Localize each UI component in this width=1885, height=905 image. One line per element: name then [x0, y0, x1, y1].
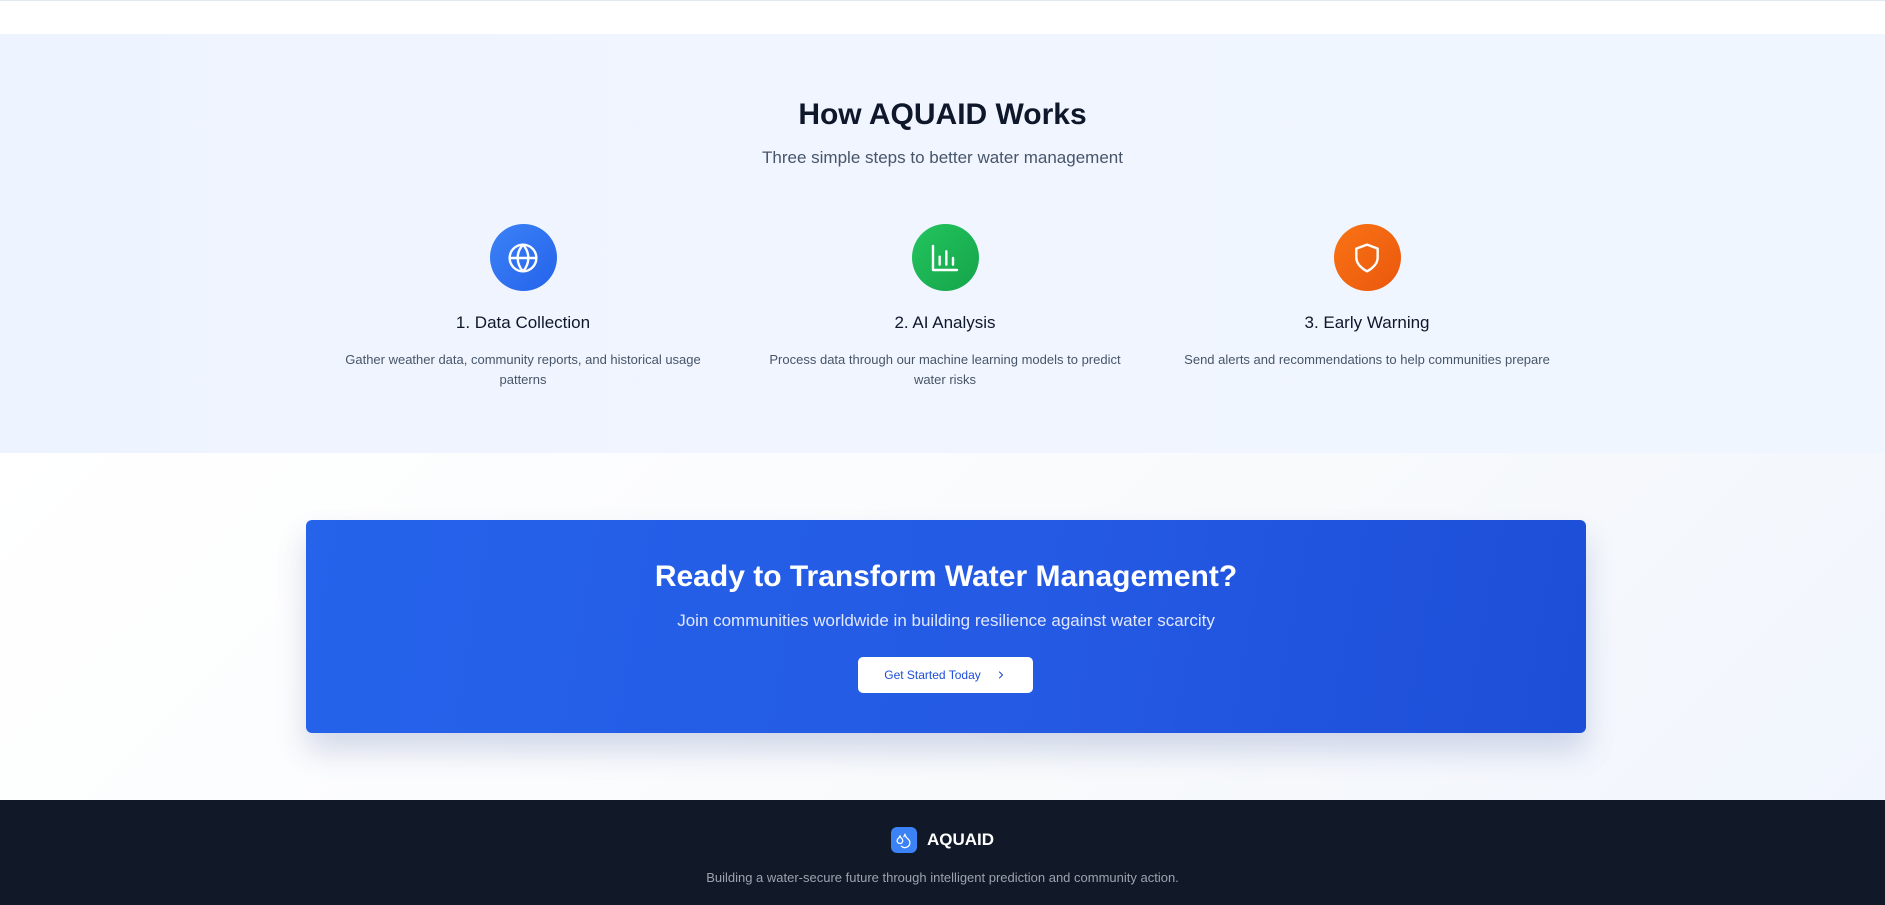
- step-title: 3. Early Warning: [1304, 313, 1430, 332]
- step-description: Send alerts and recommendations to help …: [1184, 352, 1550, 367]
- footer-brand-name: AQUAID: [926, 830, 995, 849]
- step-data-collection: 1. Data Collection Gather weather data, …: [333, 224, 713, 390]
- step-title: 1. Data Collection: [455, 313, 591, 332]
- cta-card: Ready to Transform Water Management? Joi…: [306, 520, 1586, 733]
- chevron-right-icon: [998, 671, 1003, 679]
- droplets-icon: [890, 827, 917, 853]
- step-ai-analysis: 2. AI Analysis Process data through our …: [755, 224, 1135, 390]
- shield-icon: [1333, 224, 1401, 291]
- step-title: 2. AI Analysis: [894, 313, 996, 332]
- top-strip: [0, 0, 1885, 34]
- step-description: Process data through our machine learnin…: [769, 352, 1121, 387]
- step-description: Gather weather data, community reports, …: [345, 352, 701, 387]
- get-started-label: Get Started Today: [884, 668, 981, 682]
- section-title: How AQUAID Works: [798, 98, 1087, 131]
- globe-icon: [489, 224, 557, 291]
- cta-subtitle: Join communities worldwide in building r…: [677, 611, 1215, 630]
- footer-brand[interactable]: AQUAID: [0, 827, 1885, 853]
- cta-title: Ready to Transform Water Management?: [654, 560, 1238, 593]
- bar-chart-icon: [911, 224, 979, 291]
- cta-section: Ready to Transform Water Management? Joi…: [0, 453, 1885, 800]
- step-early-warning: 3. Early Warning Send alerts and recomme…: [1177, 224, 1557, 370]
- footer-tagline: Building a water-secure future through i…: [706, 870, 1179, 885]
- get-started-button[interactable]: Get Started Today: [858, 657, 1033, 693]
- section-subtitle: Three simple steps to better water manag…: [762, 148, 1123, 167]
- how-it-works-section: How AQUAID Works Three simple steps to b…: [0, 34, 1885, 453]
- footer: AQUAID Building a water-secure future th…: [0, 800, 1885, 905]
